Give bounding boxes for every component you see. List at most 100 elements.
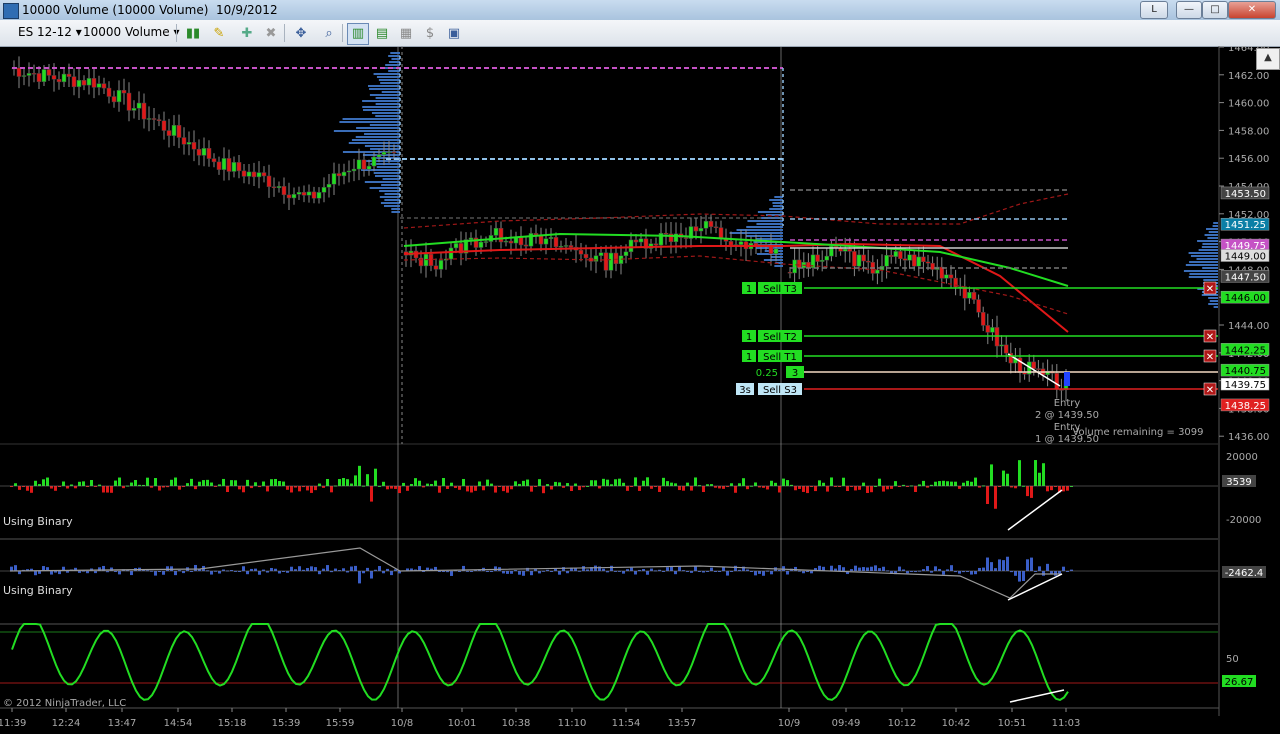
indicator-bar — [254, 568, 257, 571]
candle-body — [806, 261, 811, 269]
maximize-button[interactable]: □ — [1202, 1, 1228, 19]
candle-body — [718, 227, 724, 239]
indicator-bar — [998, 559, 1001, 571]
lower-band — [403, 255, 1069, 315]
strategy-icon[interactable]: ✖ — [260, 23, 282, 45]
indicator-bar — [934, 566, 937, 571]
indicator-bar — [830, 565, 833, 571]
indicator-bar — [650, 568, 653, 571]
instrument-selector[interactable]: ES 12-12 ▾ — [18, 25, 82, 39]
panel-icon[interactable]: ▣ — [443, 23, 465, 45]
candle-body — [191, 142, 197, 150]
candle-body — [321, 187, 327, 193]
pencil-icon[interactable]: ✎ — [208, 23, 230, 45]
indicator-bar — [158, 486, 161, 491]
indicator-bar — [38, 484, 41, 486]
indicator-bar — [486, 479, 489, 486]
indicator-bar — [238, 486, 241, 490]
volume-profile-bar — [362, 106, 400, 108]
snapshot-icon[interactable]: $ — [419, 23, 441, 45]
indicator-bar — [274, 478, 277, 486]
indicator-bar — [342, 568, 345, 571]
indicator-bar — [962, 482, 965, 486]
indicator-bar — [358, 571, 361, 584]
time-tick-label: 11:03 — [1052, 718, 1081, 729]
cancel-order-icon: ✕ — [1206, 284, 1214, 295]
indicator-bar — [970, 481, 973, 486]
chart-trader-icon[interactable]: ▥ — [347, 23, 369, 45]
indicator-bar — [770, 571, 773, 575]
candle-body — [21, 75, 27, 77]
volume-profile-bar — [355, 136, 400, 138]
indicator-bar — [634, 571, 637, 575]
candle-body — [728, 241, 734, 246]
properties-icon[interactable]: ▦ — [395, 23, 417, 45]
data-box-icon[interactable]: ▤ — [371, 23, 393, 45]
candle-body — [371, 156, 377, 167]
indicator-bar — [150, 486, 153, 488]
chart-canvas[interactable]: 1464.001462.001460.001458.001456.001454.… — [0, 46, 1280, 734]
link-button[interactable]: L — [1140, 1, 1168, 19]
volume-profile-bar — [1188, 276, 1218, 278]
indicator-bar — [250, 568, 253, 571]
candle-body — [366, 165, 372, 170]
indicator-bar — [110, 486, 113, 493]
minimize-button[interactable]: — — [1176, 1, 1202, 19]
volume-profile-bar — [769, 208, 783, 210]
indicator-bar — [1062, 486, 1065, 492]
window-title: 10000 Volume (10000 Volume) 10/9/2012 — [22, 3, 278, 17]
indicator-bar — [718, 486, 721, 489]
indicator-bar — [510, 486, 513, 490]
indicator-bar — [946, 481, 949, 486]
indicator-bar — [570, 486, 573, 492]
indicator-bar — [186, 483, 189, 486]
zoom-icon[interactable]: ⌕ — [318, 23, 340, 45]
add-indicator-icon[interactable]: ✚ — [236, 23, 258, 45]
volume-profile-bar — [391, 208, 400, 210]
volume-profile-bar — [1183, 270, 1218, 272]
indicator-bar — [610, 484, 613, 486]
indicator-bar — [666, 567, 669, 571]
scroll-up-icon[interactable]: ▲ — [1256, 48, 1280, 70]
indicator-bar — [782, 478, 785, 486]
candle-body — [336, 173, 342, 177]
volume-profile-bar — [369, 187, 400, 189]
indicator-bar — [922, 480, 925, 486]
candle-body — [865, 260, 871, 263]
candle-body — [281, 186, 287, 196]
divergence-line — [1009, 689, 1065, 703]
indicator-bar — [862, 482, 865, 486]
candle-body — [925, 261, 931, 264]
indicator-bar — [1030, 486, 1033, 498]
indicator-bar — [42, 479, 45, 486]
close-button[interactable]: ✕ — [1228, 1, 1276, 19]
period-selector[interactable]: 10000 Volume ▾ — [83, 25, 179, 39]
time-tick-label: 11:39 — [0, 718, 26, 729]
indicator-bar — [758, 571, 761, 574]
candle-body — [698, 228, 704, 232]
candle-body — [296, 192, 302, 195]
crosshair-icon[interactable]: ✥ — [290, 23, 312, 45]
candle-body — [96, 83, 102, 88]
indicator-bar — [354, 475, 357, 486]
candle-body — [980, 312, 986, 326]
bar-type-icon[interactable]: ▮▮ — [182, 23, 204, 45]
candle-body — [311, 191, 317, 199]
indicator-bar — [938, 481, 941, 486]
time-tick-label: 10:42 — [942, 718, 971, 729]
toolbar-divider — [284, 24, 285, 42]
indicator-bar — [938, 568, 941, 571]
time-tick-label: 15:59 — [326, 718, 355, 729]
candle-body — [483, 241, 489, 243]
indicator-bar — [574, 483, 577, 486]
copyright: © 2012 NinjaTrader, LLC — [3, 698, 126, 709]
indicator-bar — [170, 566, 173, 571]
indicator-bar — [646, 477, 649, 486]
indicator-bar — [14, 483, 17, 486]
candle-body — [523, 244, 529, 247]
candle-body — [226, 158, 232, 172]
indicator-bar — [602, 568, 605, 571]
indicator-bar — [726, 571, 729, 576]
candle-body — [438, 260, 444, 270]
candle-body — [71, 76, 77, 88]
